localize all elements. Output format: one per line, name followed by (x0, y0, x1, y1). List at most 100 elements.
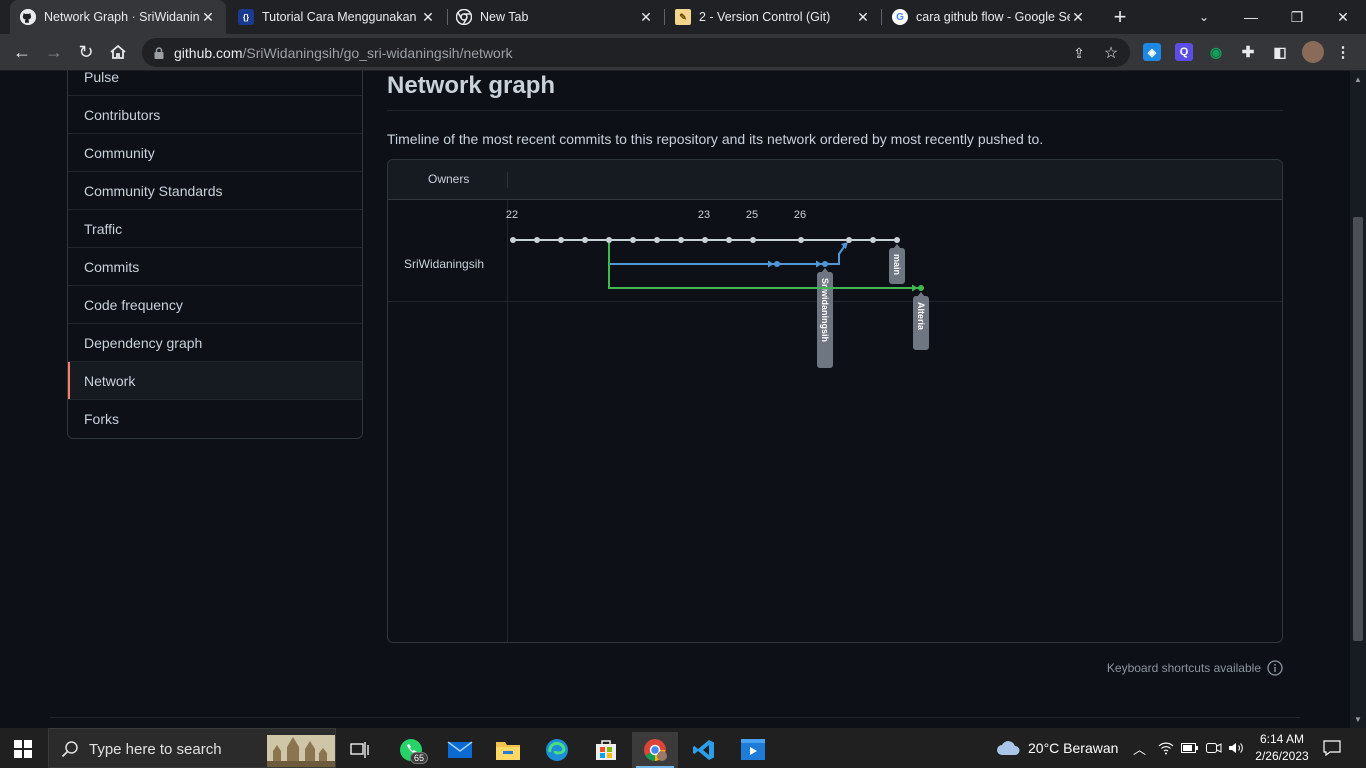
network-graph-panel[interactable]: Owners SriWidaningsih 22 23 25 26 Sriwidanin… (387, 159, 1283, 643)
meet-now-icon[interactable] (1206, 728, 1222, 768)
commit-dot-main[interactable] (630, 237, 636, 243)
scroll-down-arrow-icon[interactable]: ▼ (1354, 715, 1362, 724)
forward-arrow-icon[interactable]: → (42, 40, 66, 64)
address-bar[interactable]: github.com/SriWidaningsih/go_sri-widanin… (142, 38, 1130, 67)
extension-q-icon[interactable]: Q (1175, 43, 1193, 61)
windows-start-icon[interactable] (14, 740, 32, 758)
search-placeholder: Type here to search (89, 741, 222, 758)
commit-dot-main[interactable] (558, 237, 564, 243)
task-view-icon[interactable] (337, 732, 383, 768)
commit-dot-sriwidaningsih[interactable] (774, 261, 780, 267)
page-title: Network graph (387, 72, 1283, 111)
share-icon[interactable]: ⇪ (1070, 44, 1088, 62)
sidebar-item-network[interactable]: Network (68, 362, 362, 400)
commit-dot-main[interactable] (606, 237, 612, 243)
tab-version-control[interactable]: ✎ 2 - Version Control (Git) ✕ (665, 0, 881, 34)
back-arrow-icon[interactable]: ← (10, 40, 34, 64)
url-text: github.com/SriWidaningsih/go_sri-widanin… (174, 45, 513, 61)
commit-dot-alteria[interactable] (918, 285, 924, 291)
commit-dot-main[interactable] (798, 237, 804, 243)
chrome-taskbar-icon[interactable] (632, 732, 678, 768)
branch-tag-pointer (917, 292, 925, 297)
json-icon: {} (238, 9, 254, 25)
scrollbar-thumb[interactable] (1353, 217, 1363, 641)
home-icon[interactable] (106, 40, 130, 64)
search-highlight-cathedral-icon (267, 735, 335, 767)
sidebar-item-community-standards[interactable]: Community Standards (68, 172, 362, 210)
file-explorer-icon[interactable] (485, 732, 531, 768)
vscode-icon[interactable] (681, 732, 727, 768)
commit-dot-main[interactable] (726, 237, 732, 243)
sidebar-item-traffic[interactable]: Traffic (68, 210, 362, 248)
commit-dot-main[interactable] (750, 237, 756, 243)
whatsapp-unread-badge: 65 (409, 752, 428, 764)
tab-tutorial[interactable]: {} Tutorial Cara Menggunakan G ✕ (228, 0, 446, 34)
bookmark-star-icon[interactable]: ☆ (1102, 44, 1120, 62)
commit-dot-main[interactable] (846, 237, 852, 243)
commit-dot-main[interactable] (870, 237, 876, 243)
browser-tab-bar: Network Graph · SriWidaning ✕ {} Tutoria… (0, 0, 1366, 34)
commit-dot-main[interactable] (894, 237, 900, 243)
system-clock[interactable]: 6:14 AM 2/26/2023 (1254, 731, 1310, 765)
close-tab-icon[interactable]: ✕ (420, 9, 436, 26)
lock-icon (154, 46, 164, 64)
tab-new-tab[interactable]: New Tab ✕ (446, 0, 664, 34)
footer-divider (50, 717, 1300, 718)
microsoft-store-icon[interactable] (583, 732, 629, 768)
extension-icon[interactable]: ◈ (1143, 43, 1161, 61)
tab-network-graph[interactable]: Network Graph · SriWidaning ✕ (10, 0, 226, 34)
video-editor-icon[interactable] (730, 732, 776, 768)
sidebar-item-code-frequency[interactable]: Code frequency (68, 286, 362, 324)
sidebar-item-commits[interactable]: Commits (68, 248, 362, 286)
side-panel-icon[interactable]: ◧ (1271, 43, 1289, 61)
keyboard-shortcuts-hint[interactable]: Keyboard shortcuts available (1107, 660, 1283, 676)
cloud-icon (997, 741, 1020, 755)
branch-label-main: main (892, 254, 902, 275)
taskbar-search-box[interactable]: Type here to search (48, 728, 336, 768)
show-hidden-icons-chevron-icon[interactable]: ︿ (1133, 728, 1146, 768)
sidebar-item-dependency-graph[interactable]: Dependency graph (68, 324, 362, 362)
page-scrollbar[interactable]: ▲ ▼ (1350, 71, 1366, 728)
commit-dot-main[interactable] (510, 237, 516, 243)
mail-icon[interactable] (437, 732, 483, 768)
commit-dot-main[interactable] (678, 237, 684, 243)
volume-icon[interactable] (1228, 728, 1244, 768)
sidebar-item-pulse[interactable]: Pulse (68, 71, 362, 96)
edge-browser-icon[interactable] (534, 732, 580, 768)
branch-line-sriwidaningsih (608, 240, 825, 265)
close-tab-icon[interactable]: ✕ (1070, 9, 1086, 26)
sidebar-item-forks[interactable]: Forks (68, 400, 362, 438)
scroll-up-arrow-icon[interactable]: ▲ (1354, 75, 1362, 84)
network-graph-canvas[interactable]: 22 23 25 26Sriwidaningsih Alteriamain (388, 160, 1282, 460)
profile-avatar[interactable] (1302, 41, 1324, 63)
network-wifi-icon[interactable] (1158, 728, 1174, 768)
minimize-icon[interactable]: — (1228, 0, 1274, 34)
close-tab-icon[interactable]: ✕ (200, 9, 216, 26)
extensions-puzzle-icon[interactable]: ✚ (1239, 43, 1257, 61)
commit-dot-main[interactable] (582, 237, 588, 243)
tab-title: Network Graph · SriWidaning (44, 10, 200, 24)
extension-eye-icon[interactable]: ◉ (1207, 43, 1225, 61)
reload-icon[interactable]: ↻ (74, 40, 98, 64)
sidebar-item-contributors[interactable]: Contributors (68, 96, 362, 134)
tab-search-icon[interactable]: ⌄ (1181, 0, 1227, 34)
new-tab-button[interactable]: + (1108, 5, 1132, 29)
commit-dot-main[interactable] (654, 237, 660, 243)
battery-icon[interactable] (1181, 728, 1199, 768)
restore-icon[interactable]: ❐ (1274, 0, 1320, 34)
close-window-icon[interactable]: ✕ (1320, 0, 1366, 34)
commit-dot-main[interactable] (534, 237, 540, 243)
menu-kebab-icon[interactable]: ⋮ (1334, 43, 1352, 61)
branch-tag-pointer (893, 244, 901, 249)
branch-arrow-sriwidaningsih (768, 260, 774, 268)
close-tab-icon[interactable]: ✕ (855, 9, 871, 26)
weather-widget[interactable]: 20°C Berawan (996, 728, 1118, 768)
insights-sidebar: Pulse Contributors Community Community S… (67, 71, 363, 439)
sidebar-item-community[interactable]: Community (68, 134, 362, 172)
commit-dot-main[interactable] (702, 237, 708, 243)
tab-google-search[interactable]: G cara github flow - Google Se ✕ (882, 0, 1096, 34)
notifications-icon[interactable] (1323, 728, 1341, 768)
whatsapp-icon[interactable]: 65 (388, 732, 434, 768)
github-page: Pulse Contributors Community Community S… (0, 71, 1350, 728)
close-tab-icon[interactable]: ✕ (638, 9, 654, 26)
